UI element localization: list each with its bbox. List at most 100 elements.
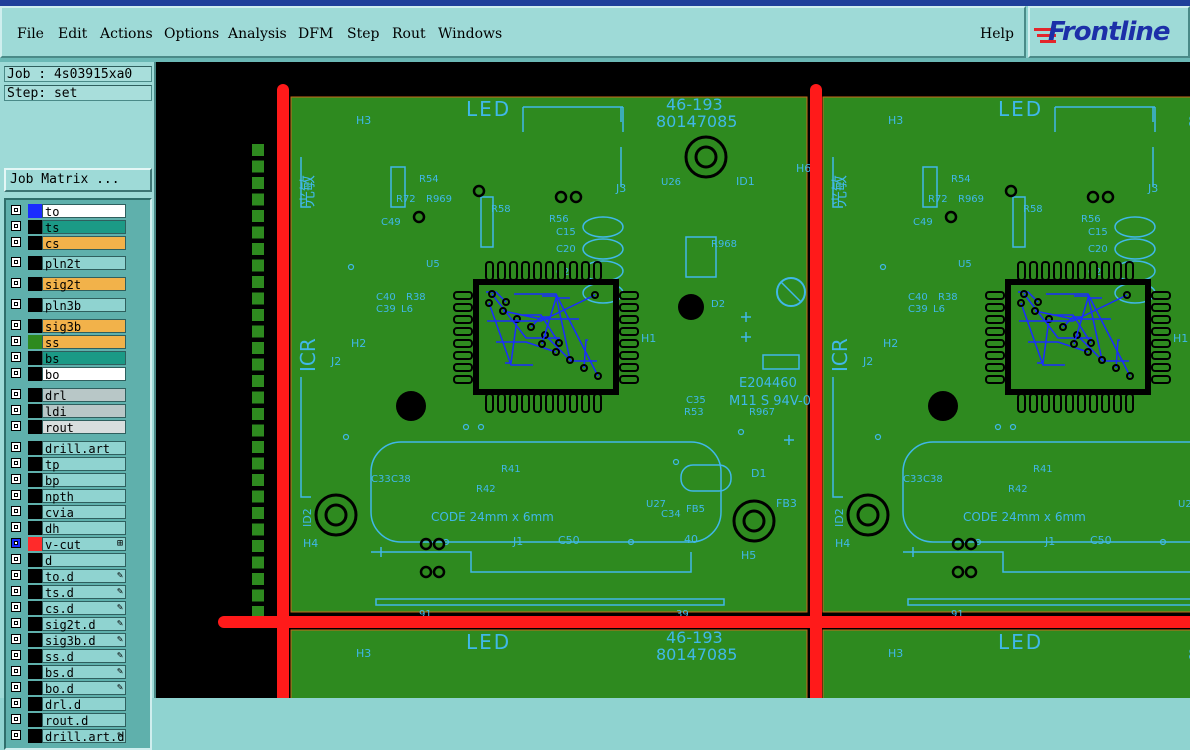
layer-name[interactable]: ss.d ✎ bbox=[42, 649, 126, 664]
layer-checkbox[interactable] bbox=[11, 389, 21, 399]
layer-checkbox[interactable] bbox=[11, 257, 21, 267]
layer-name[interactable]: drill.art.d ✎ bbox=[42, 729, 126, 744]
layer-color-swatch[interactable] bbox=[28, 404, 42, 418]
layer-name[interactable]: tp bbox=[42, 457, 126, 472]
layer-name[interactable]: d bbox=[42, 553, 126, 568]
layer-color-swatch[interactable] bbox=[28, 521, 42, 535]
layer-name[interactable]: bp bbox=[42, 473, 126, 488]
layer-checkbox[interactable] bbox=[11, 506, 21, 516]
layer-checkbox[interactable] bbox=[11, 458, 21, 468]
layer-checkbox[interactable] bbox=[11, 714, 21, 724]
layer-name[interactable]: dh bbox=[42, 521, 126, 536]
layer-checkbox[interactable] bbox=[11, 586, 21, 596]
layer-checkbox[interactable] bbox=[11, 442, 21, 452]
menu-file[interactable]: File bbox=[17, 26, 44, 42]
layer-checkbox[interactable] bbox=[11, 634, 21, 644]
layer-name[interactable]: sig3b bbox=[42, 319, 126, 334]
layer-name[interactable]: ss bbox=[42, 335, 126, 350]
layer-checkbox[interactable] bbox=[11, 221, 21, 231]
layer-checkbox[interactable] bbox=[11, 602, 21, 612]
layer-color-swatch[interactable] bbox=[28, 601, 42, 615]
layer-name[interactable]: bs.d ✎ bbox=[42, 665, 126, 680]
layer-checkbox[interactable] bbox=[11, 405, 21, 415]
layer-checkbox[interactable] bbox=[11, 474, 21, 484]
layer-name[interactable]: to bbox=[42, 204, 126, 219]
layer-checkbox[interactable] bbox=[11, 666, 21, 676]
layer-checkbox[interactable] bbox=[11, 554, 21, 564]
layer-checkbox[interactable] bbox=[11, 299, 21, 309]
layer-checkbox[interactable] bbox=[11, 352, 21, 362]
layer-color-swatch[interactable] bbox=[28, 649, 42, 663]
layer-name[interactable]: bs bbox=[42, 351, 126, 366]
layer-name[interactable]: v-cut ⊞ bbox=[42, 537, 126, 552]
layer-name[interactable]: ts bbox=[42, 220, 126, 235]
layer-name[interactable]: rout bbox=[42, 420, 126, 435]
layer-name[interactable]: npth bbox=[42, 489, 126, 504]
layer-color-swatch[interactable] bbox=[28, 665, 42, 679]
layer-name[interactable]: drl bbox=[42, 388, 126, 403]
layer-checkbox[interactable] bbox=[11, 320, 21, 330]
layer-name[interactable]: bo.d ✎ bbox=[42, 681, 126, 696]
layer-color-swatch[interactable] bbox=[28, 537, 42, 551]
layer-checkbox[interactable] bbox=[11, 421, 21, 431]
menu-actions[interactable]: Actions bbox=[100, 26, 153, 42]
layer-name[interactable]: drl.d bbox=[42, 697, 126, 712]
layer-checkbox[interactable] bbox=[11, 570, 21, 580]
layer-checkbox[interactable] bbox=[11, 490, 21, 500]
layer-color-swatch[interactable] bbox=[28, 204, 42, 218]
layer-checkbox[interactable] bbox=[11, 698, 21, 708]
layer-color-swatch[interactable] bbox=[28, 319, 42, 333]
layer-color-swatch[interactable] bbox=[28, 569, 42, 583]
layer-name[interactable]: rout.d bbox=[42, 713, 126, 728]
layer-color-swatch[interactable] bbox=[28, 388, 42, 402]
layer-color-swatch[interactable] bbox=[28, 697, 42, 711]
layer-name[interactable]: sig2t bbox=[42, 277, 126, 292]
layer-checkbox[interactable] bbox=[11, 538, 21, 548]
layer-color-swatch[interactable] bbox=[28, 351, 42, 365]
graphics-canvas[interactable]: LED 46-193 80147085 H3 H6 光敏 ICR J2 H2 H1 E204460 M… bbox=[156, 62, 1190, 698]
menu-rout[interactable]: Rout bbox=[392, 26, 426, 42]
layer-name[interactable]: ldi bbox=[42, 404, 126, 419]
menu-options[interactable]: Options bbox=[164, 26, 219, 42]
layer-color-swatch[interactable] bbox=[28, 420, 42, 434]
layer-name[interactable]: cvia bbox=[42, 505, 126, 520]
layer-color-swatch[interactable] bbox=[28, 298, 42, 312]
layer-color-swatch[interactable] bbox=[28, 457, 42, 471]
layer-checkbox[interactable] bbox=[11, 618, 21, 628]
menu-analysis[interactable]: Analysis bbox=[228, 26, 287, 42]
layer-checkbox[interactable] bbox=[11, 682, 21, 692]
pcb-view[interactable]: LED 46-19380147085H3H6光敏ICR J2H2 H1E204460M… bbox=[156, 62, 1190, 698]
layer-name[interactable]: cs bbox=[42, 236, 126, 251]
layer-name[interactable]: ts.d ✎ bbox=[42, 585, 126, 600]
layer-checkbox[interactable] bbox=[11, 522, 21, 532]
layer-checkbox[interactable] bbox=[11, 205, 21, 215]
layer-color-swatch[interactable] bbox=[28, 489, 42, 503]
layer-color-swatch[interactable] bbox=[28, 220, 42, 234]
layer-color-swatch[interactable] bbox=[28, 335, 42, 349]
job-matrix-button[interactable]: Job Matrix ... bbox=[4, 168, 152, 192]
layer-color-swatch[interactable] bbox=[28, 236, 42, 250]
layer-checkbox[interactable] bbox=[11, 336, 21, 346]
layer-color-swatch[interactable] bbox=[28, 729, 42, 743]
menu-windows[interactable]: Windows bbox=[438, 26, 502, 42]
menu-edit[interactable]: Edit bbox=[58, 26, 87, 42]
layer-checkbox[interactable] bbox=[11, 650, 21, 660]
layer-color-swatch[interactable] bbox=[28, 277, 42, 291]
layer-checkbox[interactable] bbox=[11, 730, 21, 740]
layer-name[interactable]: drill.art bbox=[42, 441, 126, 456]
layer-name[interactable]: pln2t bbox=[42, 256, 126, 271]
layer-checkbox[interactable] bbox=[11, 278, 21, 288]
layer-name[interactable]: sig3b.d ✎ bbox=[42, 633, 126, 648]
layer-color-swatch[interactable] bbox=[28, 441, 42, 455]
layer-color-swatch[interactable] bbox=[28, 473, 42, 487]
layer-color-swatch[interactable] bbox=[28, 681, 42, 695]
layer-color-swatch[interactable] bbox=[28, 256, 42, 270]
layer-checkbox[interactable] bbox=[11, 237, 21, 247]
layer-color-swatch[interactable] bbox=[28, 505, 42, 519]
layer-name[interactable]: bo bbox=[42, 367, 126, 382]
layer-color-swatch[interactable] bbox=[28, 713, 42, 727]
menu-step[interactable]: Step bbox=[347, 26, 379, 42]
layer-color-swatch[interactable] bbox=[28, 367, 42, 381]
layer-color-swatch[interactable] bbox=[28, 585, 42, 599]
layer-name[interactable]: cs.d ✎ bbox=[42, 601, 126, 616]
